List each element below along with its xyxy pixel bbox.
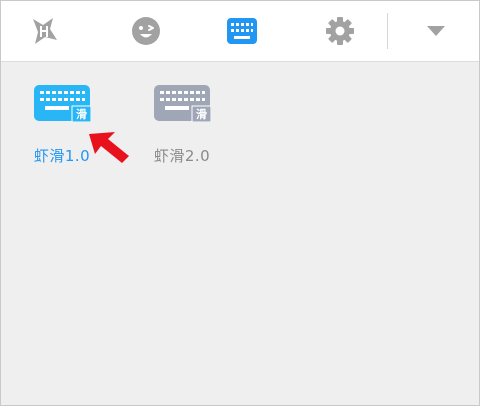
shrimp-logo-icon bbox=[33, 18, 57, 44]
emoji-tab[interactable] bbox=[117, 1, 175, 61]
keyboard-label-2: 虾滑2.0 bbox=[153, 147, 211, 165]
collapse-button[interactable] bbox=[407, 1, 465, 61]
keyboard-gray-icon: 滑 bbox=[154, 85, 211, 122]
top-toolbar bbox=[1, 1, 479, 62]
keyboard-badge-1: 滑 bbox=[76, 107, 87, 121]
gear-icon bbox=[326, 17, 354, 45]
pointer-arrow-icon bbox=[89, 132, 129, 163]
keyboard-list: 滑 虾滑1.0 滑 虾滑2.0 bbox=[1, 62, 479, 405]
emoji-icon bbox=[132, 17, 160, 45]
keyboard-badge-2: 滑 bbox=[196, 107, 207, 121]
settings-tab[interactable] bbox=[311, 1, 369, 61]
dropdown-arrow-icon bbox=[427, 26, 445, 36]
keyboard-switch-panel: 滑 虾滑1.0 滑 虾滑2.0 bbox=[0, 0, 480, 406]
keyboard-blue-icon: 滑 bbox=[34, 85, 91, 122]
logo-tab[interactable] bbox=[15, 1, 73, 61]
keyboard-option-2[interactable]: 滑 虾滑2.0 bbox=[137, 80, 227, 172]
keyboard-tab[interactable] bbox=[213, 1, 271, 61]
keyboard-icon bbox=[227, 18, 257, 44]
toolbar-divider bbox=[387, 13, 388, 49]
